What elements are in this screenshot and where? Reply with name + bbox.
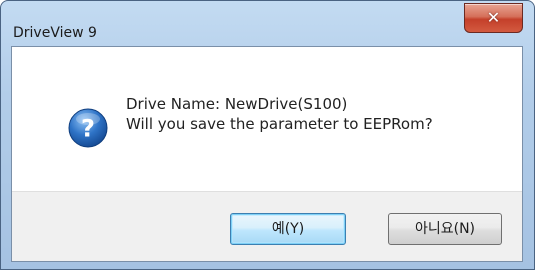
window-title: DriveView 9 [13, 25, 97, 41]
message-area: ? Drive Name: NewDrive(S100) Will you sa… [12, 47, 522, 191]
message-line-drive-name: Drive Name: NewDrive(S100) [126, 95, 348, 113]
message-line-question: Will you save the parameter to EEPRom? [126, 115, 433, 133]
question-icon: ? [68, 108, 108, 148]
close-icon: ✕ [486, 8, 501, 27]
no-button[interactable]: 아니요(N) [388, 213, 502, 245]
dialog-window: DriveView 9 ✕ ? Drive Name: NewDrive(S10… [0, 0, 535, 270]
yes-button[interactable]: 예(Y) [230, 213, 346, 245]
title-bar[interactable]: DriveView 9 ✕ [1, 1, 534, 45]
close-button[interactable]: ✕ [464, 3, 523, 33]
button-bar: 예(Y) 아니요(N) [12, 191, 522, 261]
svg-text:?: ? [81, 115, 95, 143]
dialog-client-area: ? Drive Name: NewDrive(S100) Will you sa… [11, 46, 523, 262]
message-text: Drive Name: NewDrive(S100) Will you save… [126, 94, 433, 134]
